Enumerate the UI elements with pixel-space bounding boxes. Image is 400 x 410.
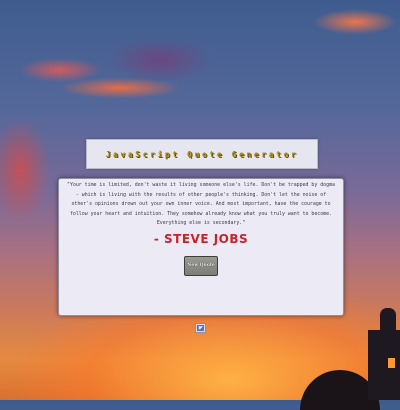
- background-tower-window: [388, 358, 395, 368]
- background-tower: [368, 330, 400, 400]
- title-panel: JavaScript Quote Generator: [86, 139, 318, 169]
- quote-author: - STEVE JOBS: [153, 231, 249, 246]
- quote-text: "Your time is limited, don't waste it li…: [67, 182, 335, 226]
- quote-panel: "Your time is limited, don't waste it li…: [58, 178, 344, 316]
- twitter-icon: [197, 325, 204, 331]
- background-tower-top: [380, 308, 396, 332]
- tweet-button[interactable]: [195, 323, 206, 333]
- new-quote-button[interactable]: New Quote: [184, 255, 218, 276]
- page-title: JavaScript Quote Generator: [105, 149, 299, 159]
